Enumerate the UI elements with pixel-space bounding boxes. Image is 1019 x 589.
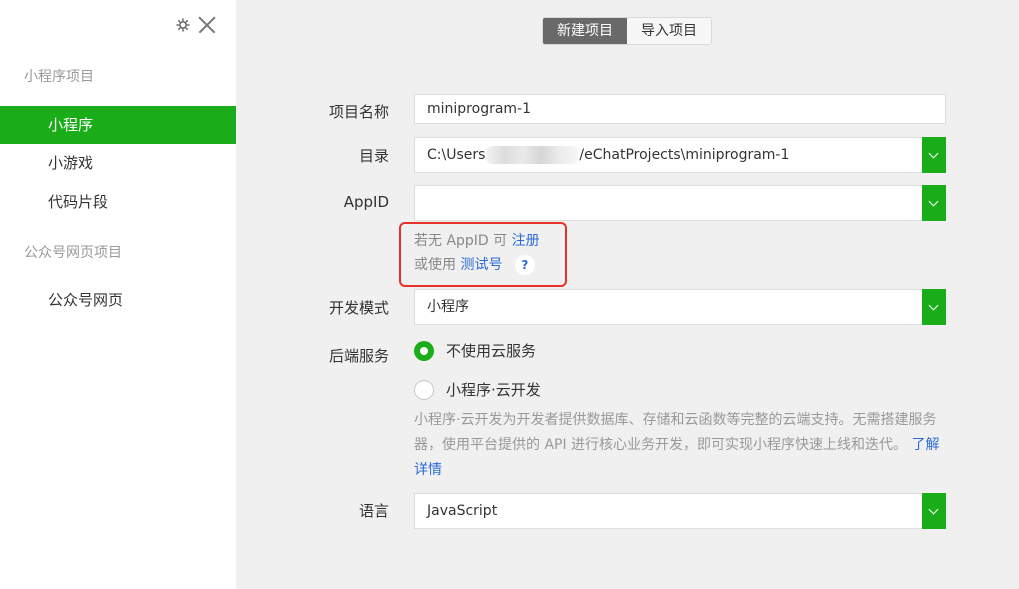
directory-value-suffix: /eChatProjects\miniprogram-1 xyxy=(579,147,790,163)
section-web-projects: 公众号网页项目 xyxy=(24,245,122,261)
radio-cloud-dev-label: 小程序·云开发 xyxy=(446,381,541,399)
gear-icon[interactable] xyxy=(176,18,190,32)
cloud-description-text: 小程序·云开发为开发者提供数据库、存储和云函数等完整的云端支持。无需搭建服务器，… xyxy=(414,412,937,453)
tab-new-project[interactable]: 新建项目 xyxy=(543,18,627,44)
main-panel: 新建项目 导入项目 项目名称 miniprogram-1 目录 C:\Users… xyxy=(236,0,1019,589)
sidebar: 小程序项目 小程序 小游戏 代码片段 公众号网页项目 公众号网页 xyxy=(0,0,236,589)
highlight-annotation xyxy=(399,222,567,287)
radio-selected-icon[interactable] xyxy=(414,340,434,361)
language-select[interactable]: JavaScript xyxy=(414,493,946,529)
project-name-label: 项目名称 xyxy=(328,103,389,121)
radio-no-cloud-label: 不使用云服务 xyxy=(446,342,537,360)
redacted-path xyxy=(486,146,579,164)
sidebar-item-code-snippet[interactable]: 代码片段 xyxy=(0,183,236,221)
sidebar-item-official-web[interactable]: 公众号网页 xyxy=(0,281,236,319)
radio-cloud-dev[interactable]: 小程序·云开发 xyxy=(414,379,541,400)
window-controls xyxy=(176,14,218,36)
chevron-down-icon[interactable] xyxy=(922,289,946,325)
sidebar-item-miniprogram[interactable]: 小程序 xyxy=(0,106,236,144)
sidebar-item-minigame[interactable]: 小游戏 xyxy=(0,144,236,182)
radio-unselected-icon[interactable] xyxy=(414,379,434,400)
chevron-down-icon[interactable] xyxy=(922,185,946,221)
appid-label: AppID xyxy=(343,193,389,211)
section-miniprogram-projects: 小程序项目 xyxy=(24,69,94,85)
directory-value-prefix: C:\Users xyxy=(427,147,486,163)
close-icon[interactable] xyxy=(196,14,218,36)
cloud-description: 小程序·云开发为开发者提供数据库、存储和云函数等完整的云端支持。无需搭建服务器，… xyxy=(414,408,952,483)
appid-input[interactable] xyxy=(414,185,946,221)
tab-import-project[interactable]: 导入项目 xyxy=(627,18,711,44)
language-value: JavaScript xyxy=(427,503,498,519)
directory-label: 目录 xyxy=(358,147,389,165)
project-tabs: 新建项目 导入项目 xyxy=(542,17,712,45)
directory-field[interactable]: C:\Users/eChatProjects\miniprogram-1 xyxy=(414,137,946,173)
project-name-input[interactable]: miniprogram-1 xyxy=(414,94,946,124)
chevron-down-icon[interactable] xyxy=(922,493,946,529)
language-label: 语言 xyxy=(358,502,389,520)
dev-mode-label: 开发模式 xyxy=(328,299,389,317)
radio-no-cloud[interactable]: 不使用云服务 xyxy=(414,340,536,361)
chevron-down-icon[interactable] xyxy=(922,137,946,173)
dev-mode-select[interactable]: 小程序 xyxy=(414,289,946,325)
backend-label: 后端服务 xyxy=(328,347,389,365)
dev-mode-value: 小程序 xyxy=(427,299,469,315)
